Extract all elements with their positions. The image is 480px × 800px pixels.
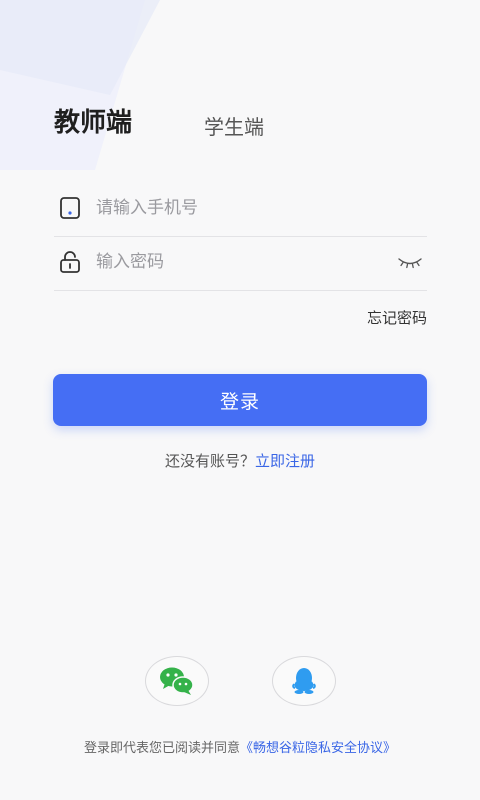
- phone-input[interactable]: [96, 193, 386, 223]
- privacy-agreement: 登录即代表您已阅读并同意《畅想谷粒隐私安全协议》: [0, 739, 480, 759]
- register-link[interactable]: 立即注册: [255, 452, 315, 470]
- wechat-login-button[interactable]: [145, 656, 209, 706]
- qq-login-button[interactable]: [272, 656, 336, 706]
- qq-icon: [292, 668, 316, 694]
- role-tabs: 教师端 学生端: [54, 105, 434, 145]
- wechat-icon: [160, 667, 194, 695]
- register-prompt-line: 还没有账号？立即注册: [0, 450, 480, 472]
- phone-icon: [60, 197, 80, 219]
- register-prompt-text: 还没有账号？: [164, 452, 255, 470]
- password-field: [54, 236, 427, 291]
- tab-teacher[interactable]: 教师端: [54, 105, 132, 141]
- password-input[interactable]: [96, 247, 386, 277]
- agreement-text: 登录即代表您已阅读并同意: [83, 741, 240, 756]
- tab-student[interactable]: 学生端: [204, 111, 264, 143]
- forgot-password-link[interactable]: 忘记密码: [367, 307, 427, 329]
- lock-icon: [60, 251, 80, 273]
- login-button[interactable]: 登录: [53, 374, 427, 426]
- eye-closed-icon[interactable]: [397, 252, 423, 272]
- phone-field: [54, 182, 427, 237]
- privacy-policy-link[interactable]: 《畅想谷粒隐私安全协议》: [240, 741, 396, 756]
